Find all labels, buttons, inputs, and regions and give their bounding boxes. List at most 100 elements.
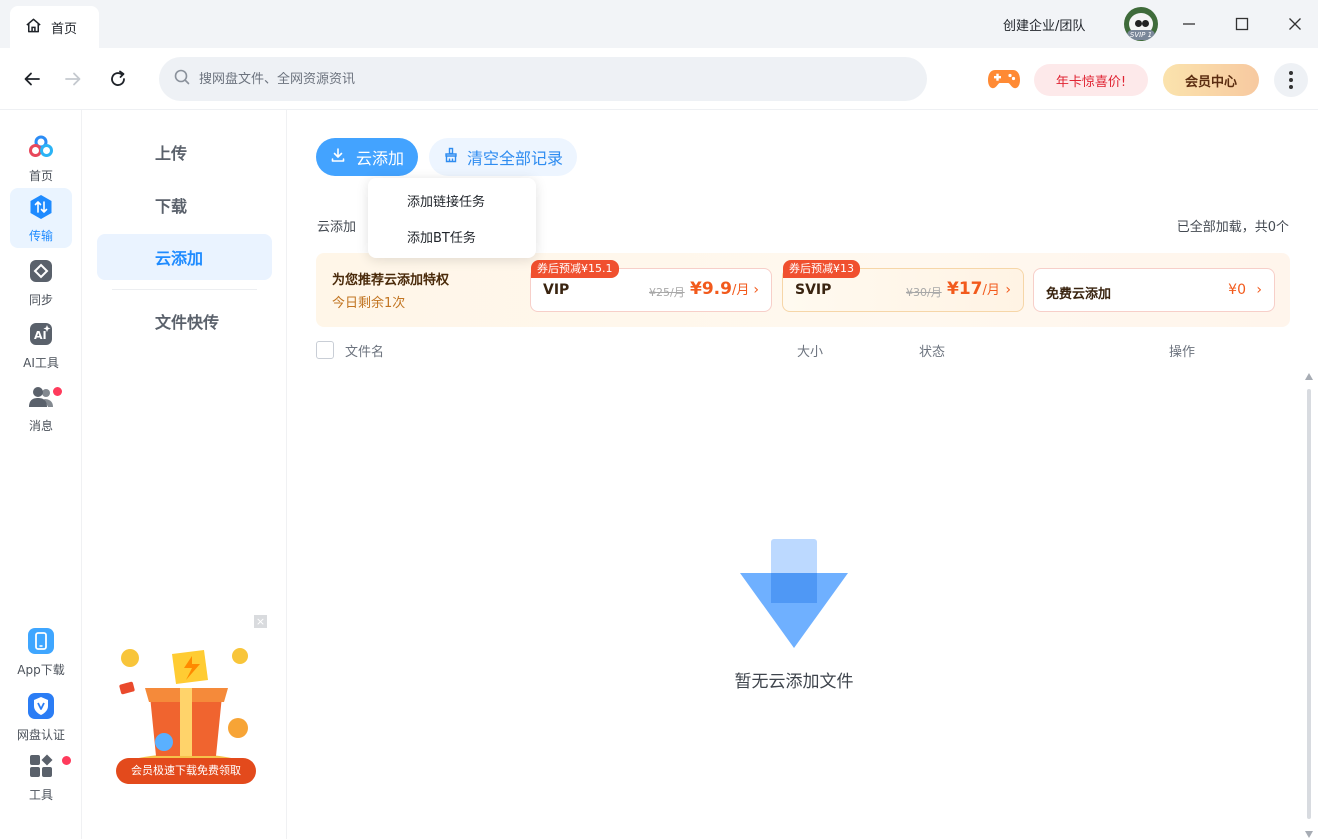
scroll-up-arrow[interactable] bbox=[1305, 373, 1313, 380]
refresh-icon bbox=[111, 70, 125, 86]
rail-item-messages[interactable]: 消息 bbox=[10, 378, 72, 438]
chevron-right-icon: › bbox=[1005, 282, 1011, 298]
svip-badge: SVIP 1 bbox=[1127, 30, 1155, 40]
sync-icon bbox=[27, 257, 55, 285]
scrollbar[interactable] bbox=[1303, 373, 1315, 838]
more-vertical-icon bbox=[1289, 71, 1293, 89]
arrow-left-icon bbox=[24, 72, 40, 86]
verify-icon bbox=[27, 692, 55, 720]
chevron-right-icon: › bbox=[1256, 282, 1262, 298]
avatar-eye-left bbox=[1135, 20, 1142, 27]
create-team-link[interactable]: 创建企业/团队 bbox=[1003, 15, 1085, 34]
subnav-item-cloud-add[interactable]: 云添加 bbox=[97, 234, 272, 280]
clear-records-label: 清空全部记录 bbox=[466, 149, 563, 168]
scroll-track[interactable] bbox=[1307, 389, 1311, 819]
column-size[interactable]: 大小 bbox=[797, 341, 823, 360]
download-icon bbox=[330, 147, 346, 167]
promo-remaining: 今日剩余1次 bbox=[332, 296, 406, 311]
rail-item-verify[interactable]: 网盘认证 bbox=[10, 687, 72, 747]
close-button[interactable] bbox=[1281, 10, 1309, 38]
maximize-button[interactable] bbox=[1228, 10, 1256, 38]
avatar[interactable]: SVIP 1 bbox=[1124, 7, 1158, 41]
plan-card-vip[interactable]: 券后预减¥15.1 VIP ¥25/月 ¥9.9/月 › bbox=[530, 260, 772, 312]
arrow-right-icon bbox=[65, 72, 81, 86]
column-actions: 操作 bbox=[1169, 345, 1196, 360]
plan-original-price: ¥30/月 bbox=[906, 286, 942, 299]
plan-name: VIP bbox=[543, 282, 570, 298]
more-menu-button[interactable] bbox=[1274, 63, 1308, 97]
nav-bar: 年卡惊喜价! 会员中心 bbox=[0, 48, 1318, 110]
plan-price: ¥0 bbox=[1228, 282, 1246, 298]
tab-home[interactable]: 首页 bbox=[10, 6, 99, 48]
search-bar[interactable] bbox=[159, 57, 927, 101]
scroll-down-arrow[interactable] bbox=[1305, 831, 1313, 838]
tools-icon bbox=[27, 752, 55, 780]
rail-label: 消息 bbox=[28, 418, 53, 433]
back-button[interactable] bbox=[18, 65, 46, 93]
vip-center-button[interactable]: 会员中心 bbox=[1163, 64, 1259, 96]
cloud-add-button[interactable]: 云添加 bbox=[316, 138, 418, 176]
rail-label: 传输 bbox=[28, 228, 53, 243]
coupon-badge: 券后预减¥13 bbox=[783, 260, 860, 278]
message-icon bbox=[27, 383, 55, 411]
maximize-icon bbox=[1235, 17, 1249, 31]
column-filename[interactable]: 文件名 bbox=[345, 341, 384, 360]
subnav-item-upload[interactable]: 上传 bbox=[97, 129, 272, 175]
home-icon bbox=[24, 16, 43, 39]
empty-download-icon bbox=[740, 538, 848, 650]
forward-button[interactable] bbox=[59, 65, 87, 93]
ad-banner-text: 会员极速下载免费领取 bbox=[116, 758, 256, 784]
plan-original-price: ¥25/月 bbox=[649, 286, 685, 299]
rail-label: App下载 bbox=[17, 662, 65, 677]
rail-item-ai-tools[interactable]: AI AI工具 bbox=[10, 315, 72, 375]
broom-icon bbox=[443, 147, 459, 167]
subnav-item-download[interactable]: 下载 bbox=[97, 182, 272, 228]
column-status: 状态 bbox=[919, 345, 946, 360]
game-controller-icon[interactable] bbox=[987, 67, 1021, 91]
search-input[interactable] bbox=[199, 71, 879, 87]
rail-item-sync[interactable]: 同步 bbox=[10, 252, 72, 312]
cloud-add-label: 云添加 bbox=[355, 149, 404, 168]
transfer-icon bbox=[27, 193, 55, 221]
rail-label: 同步 bbox=[28, 292, 53, 307]
empty-state-text: 暂无云添加文件 bbox=[734, 672, 854, 692]
search-icon bbox=[173, 68, 191, 90]
clear-records-button[interactable]: 清空全部记录 bbox=[429, 138, 577, 176]
privilege-promo-bar: 为您推荐云添加特权 今日剩余1次 券后预减¥15.1 VIP ¥25/月 ¥9.… bbox=[316, 253, 1290, 327]
annual-promo-button[interactable]: 年卡惊喜价! bbox=[1034, 64, 1148, 96]
rail-label: 工具 bbox=[28, 787, 53, 802]
main-panel: 云添加 清空全部记录 添加链接任务 添加BT任务 云添加 已全部加载，共0个 为… bbox=[287, 110, 1318, 839]
rail-item-transfer[interactable]: 传输 bbox=[10, 188, 72, 248]
table-header: 文件名 大小 状态 操作 bbox=[316, 338, 1290, 360]
plan-card-free[interactable]: 免费云添加 ¥0 › bbox=[1033, 268, 1275, 312]
subnav-item-quick-transfer[interactable]: 文件快传 bbox=[97, 298, 272, 344]
menu-item-add-link-task[interactable]: 添加链接任务 bbox=[407, 191, 485, 210]
phone-icon bbox=[27, 627, 55, 655]
rail-label: 首页 bbox=[28, 168, 53, 183]
select-all-checkbox[interactable] bbox=[316, 341, 334, 359]
home-cloud-icon bbox=[27, 133, 55, 161]
minimize-button[interactable] bbox=[1175, 10, 1203, 38]
rail-label: AI工具 bbox=[23, 355, 59, 370]
menu-item-add-bt-task[interactable]: 添加BT任务 bbox=[407, 227, 476, 246]
subnav-divider bbox=[112, 289, 257, 290]
svg-text:AI: AI bbox=[34, 329, 47, 342]
left-rail: 首页 传输 同步 AI AI工具 消息 App下载 网盘认证 工具 bbox=[0, 110, 82, 839]
refresh-button[interactable] bbox=[104, 65, 132, 93]
chevron-right-icon: › bbox=[753, 282, 759, 298]
plan-price: ¥17/月 bbox=[947, 279, 1000, 299]
close-icon bbox=[1289, 18, 1301, 30]
plan-price: ¥9.9/月 bbox=[690, 279, 750, 299]
ai-tools-icon: AI bbox=[27, 320, 55, 348]
ad-close-button[interactable]: × bbox=[254, 615, 267, 628]
plan-card-svip[interactable]: 券后预减¥13 SVIP ¥30/月 ¥17/月 › bbox=[782, 260, 1024, 312]
promo-ad[interactable]: 会员极速下载免费领取 bbox=[110, 638, 260, 788]
tab-label: 首页 bbox=[51, 21, 78, 37]
rail-item-home[interactable]: 首页 bbox=[10, 128, 72, 188]
item-count: 已全部加载，共0个 bbox=[1176, 220, 1289, 235]
cloud-add-dropdown: 添加链接任务 添加BT任务 bbox=[368, 178, 536, 258]
plan-name: SVIP bbox=[795, 282, 832, 298]
title-bar: 首页 创建企业/团队 SVIP 1 bbox=[0, 0, 1318, 48]
rail-label: 网盘认证 bbox=[16, 727, 65, 742]
rail-item-app-download[interactable]: App下载 bbox=[10, 622, 72, 682]
